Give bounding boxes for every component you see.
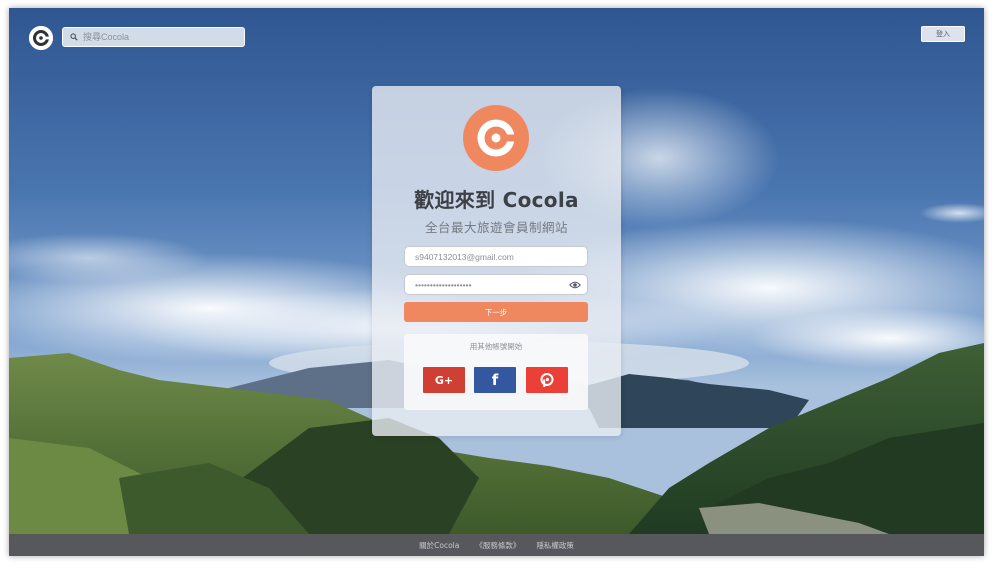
header-logo[interactable] <box>29 26 53 50</box>
social-login-label: 用其他帳號開始 <box>469 342 523 351</box>
pixnet-login-button[interactable] <box>526 367 568 393</box>
pixnet-logo-icon <box>540 373 554 387</box>
email-field-wrapper <box>404 246 588 267</box>
email-field[interactable] <box>405 251 565 262</box>
facebook-login-button[interactable]: f <box>474 367 516 393</box>
welcome-subtitle: 全台最大旅遊會員制網站 <box>424 220 568 235</box>
footer-link-privacy[interactable]: 隱私權政策 <box>536 540 574 551</box>
login-card: 歡迎來到 Cocola 全台最大旅遊會員制網站 下一步 用其他帳號開始 G+ f <box>372 86 621 436</box>
footer-link-about[interactable]: 關於Cocola <box>419 540 459 551</box>
welcome-title: 歡迎來到 Cocola <box>414 188 579 212</box>
search-bar[interactable] <box>62 27 245 47</box>
eye-icon[interactable] <box>569 280 581 290</box>
next-button[interactable]: 下一步 <box>404 302 588 322</box>
search-input[interactable] <box>83 32 243 42</box>
login-button[interactable]: 登入 <box>921 26 965 42</box>
google-plus-icon: G+ <box>434 373 454 387</box>
cocola-logo-icon <box>29 26 53 50</box>
cocola-logo-icon <box>463 105 529 171</box>
footer: 關於Cocola 《服務條款》 隱私權政策 <box>9 534 984 556</box>
search-icon <box>67 30 81 44</box>
social-login-box: 用其他帳號開始 G+ f <box>404 334 588 410</box>
facebook-icon: f <box>491 371 499 389</box>
app-window: 登入 歡迎來到 Cocola 全台最大旅遊會員制網站 下一步 用其他帳號開始 G… <box>9 8 984 556</box>
footer-link-terms[interactable]: 《服務條款》 <box>475 540 520 551</box>
google-login-button[interactable]: G+ <box>423 367 465 393</box>
password-field-wrapper <box>404 274 588 295</box>
password-field[interactable] <box>405 279 565 290</box>
